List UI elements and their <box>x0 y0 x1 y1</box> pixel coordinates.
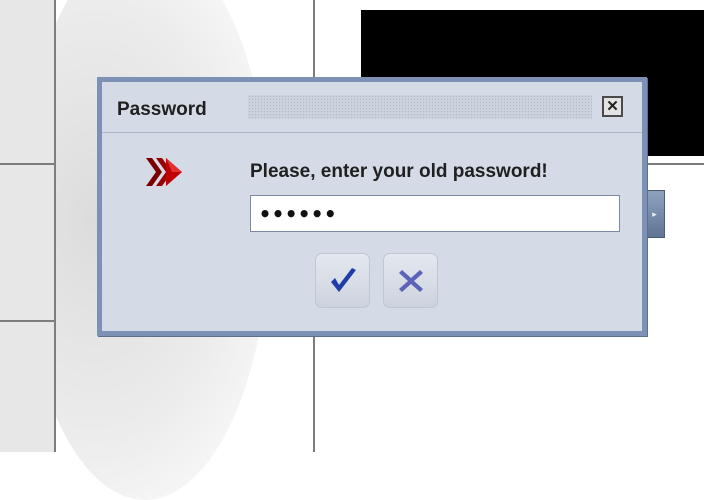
triple-arrow-right-icon <box>146 158 182 186</box>
cancel-button[interactable] <box>383 253 438 308</box>
ok-button[interactable] <box>315 253 370 308</box>
chevron-right-icon: ▸ <box>652 208 657 219</box>
background-side-button[interactable]: ▸ <box>645 190 665 238</box>
old-password-input[interactable] <box>250 195 620 232</box>
background-column <box>56 0 98 452</box>
checkmark-icon <box>330 267 356 292</box>
close-button[interactable]: ✕ <box>602 96 623 117</box>
dialog-title: Password <box>117 99 207 120</box>
close-icon: ✕ <box>606 98 619 115</box>
x-icon <box>398 269 423 292</box>
title-bar-grip[interactable] <box>248 95 592 119</box>
background-divider <box>0 163 54 165</box>
password-dialog: Password ✕ Please, enter your old passwo… <box>97 77 647 336</box>
background-divider <box>0 320 54 322</box>
dialog-title-bar[interactable]: Password ✕ <box>102 82 642 133</box>
background-left-strip <box>0 0 56 452</box>
background-divider <box>645 163 704 165</box>
dialog-message: Please, enter your old password! <box>250 161 548 182</box>
